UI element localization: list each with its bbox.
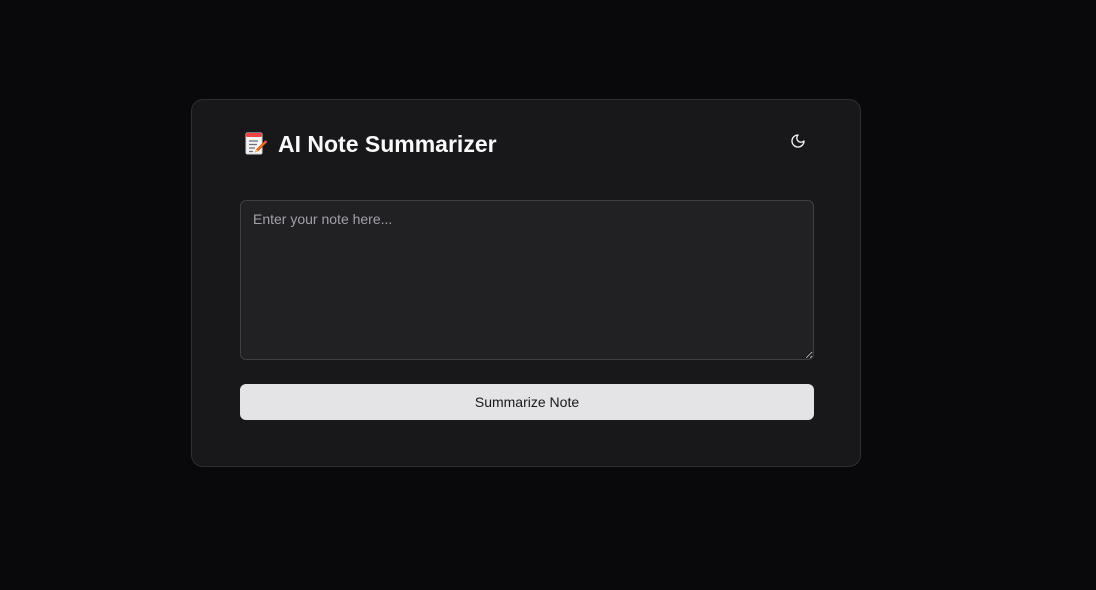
summarize-note-button[interactable]: Summarize Note <box>240 384 814 420</box>
page-title-text: AI Note Summarizer <box>278 130 497 157</box>
page-title: AI Note Summarizer <box>244 128 497 160</box>
card-header: AI Note Summarizer <box>244 128 814 160</box>
moon-icon <box>790 133 806 154</box>
memo-icon <box>244 131 268 157</box>
note-input[interactable] <box>240 200 814 360</box>
summarizer-card: AI Note Summarizer Summarize Note <box>191 99 861 467</box>
theme-toggle-button[interactable] <box>782 128 814 158</box>
